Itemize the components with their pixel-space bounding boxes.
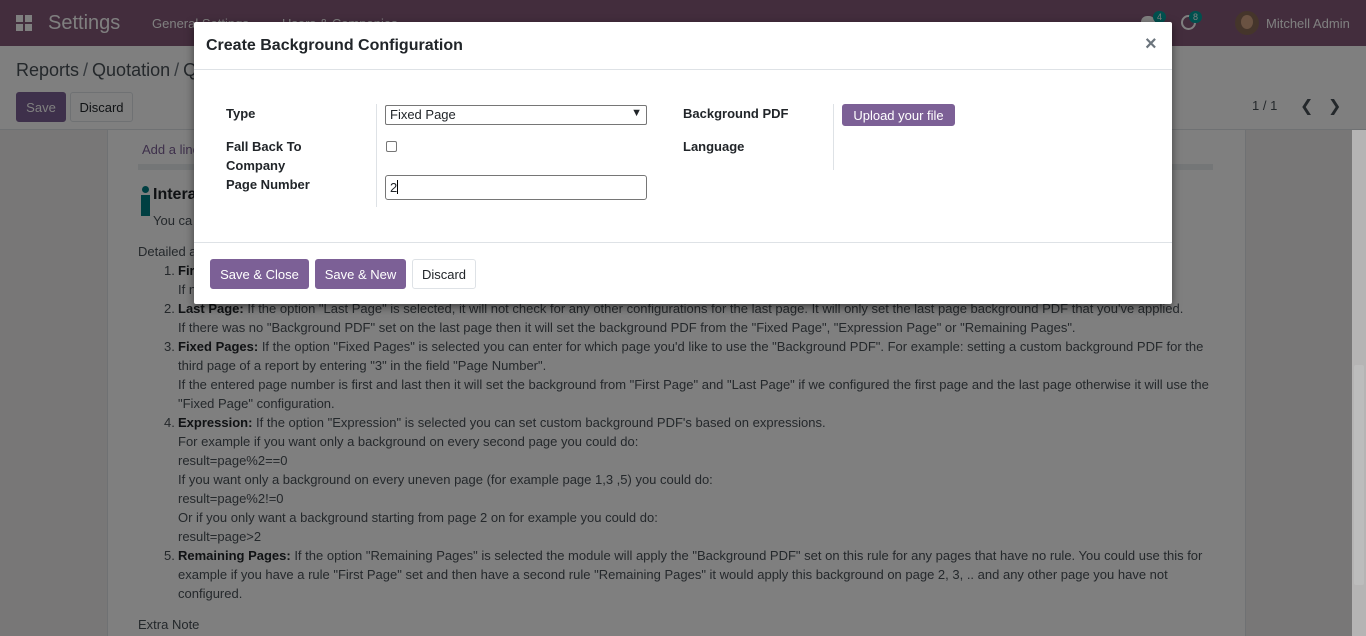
chevron-down-icon: ▼ [631, 107, 642, 119]
modal-title: Create Background Configuration [206, 37, 463, 54]
close-icon[interactable]: × [1145, 33, 1157, 56]
save-new-button[interactable]: Save & New [315, 259, 406, 289]
fall-back-label-line2: Company [226, 158, 286, 173]
type-select-value: Fixed Page [390, 107, 456, 122]
page-number-label: Page Number [226, 177, 310, 192]
create-background-config-dialog: Create Background Configuration × Type F… [194, 22, 1172, 304]
type-label: Type [226, 106, 256, 121]
upload-file-button[interactable]: Upload your file [842, 104, 955, 126]
type-select[interactable]: Fixed Page ▼ [385, 105, 647, 125]
modal-footer: Save & Close Save & New Discard [194, 242, 1172, 304]
modal-discard-button[interactable]: Discard [412, 259, 476, 289]
text-caret [397, 180, 399, 194]
page-number-value: 2 [390, 180, 398, 195]
page-number-input[interactable]: 2 [385, 175, 647, 200]
label-divider [833, 104, 834, 170]
fall-back-checkbox[interactable] [386, 141, 397, 152]
fall-back-label-line1: Fall Back To [226, 139, 302, 154]
label-divider [376, 104, 377, 207]
modal-header: Create Background Configuration × [194, 22, 1172, 70]
scrollbar-thumb[interactable] [1354, 365, 1364, 585]
modal-body [194, 70, 1172, 242]
background-pdf-label: Background PDF [683, 106, 789, 121]
save-close-button[interactable]: Save & Close [210, 259, 309, 289]
language-label: Language [683, 139, 745, 154]
